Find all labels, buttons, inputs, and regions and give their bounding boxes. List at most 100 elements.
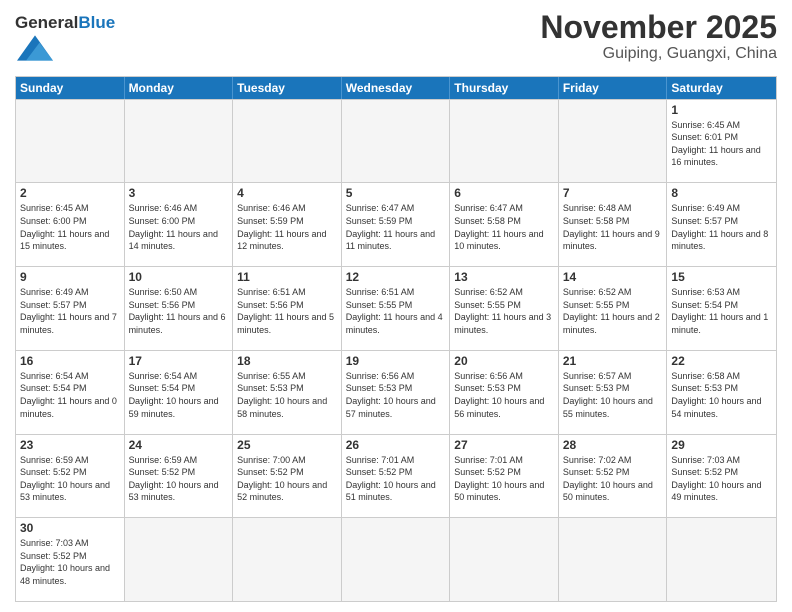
day-number: 28	[563, 438, 663, 452]
calendar-day-22: 22 Sunrise: 6:58 AM Sunset: 5:53 PM Dayli…	[667, 351, 776, 434]
day-number: 5	[346, 186, 446, 200]
day-number: 11	[237, 270, 337, 284]
day-info: Sunrise: 6:58 AM Sunset: 5:53 PM Dayligh…	[671, 370, 772, 420]
calendar-day-13: 13 Sunrise: 6:52 AM Sunset: 5:55 PM Dayli…	[450, 267, 559, 350]
weekday-header-thursday: Thursday	[450, 77, 559, 99]
day-number: 12	[346, 270, 446, 284]
calendar-day-16: 16 Sunrise: 6:54 AM Sunset: 5:54 PM Dayli…	[16, 351, 125, 434]
calendar-day-1: 1Sunrise: 6:45 AM Sunset: 6:01 PM Daylig…	[667, 100, 776, 183]
calendar-day-14: 14Sunrise: 6:52 AM Sunset: 5:55 PM Dayli…	[559, 267, 668, 350]
calendar-empty-cell	[233, 518, 342, 601]
day-info: Sunrise: 6:54 AM Sunset: 5:54 PM Dayligh…	[129, 370, 229, 420]
day-number: 2	[20, 186, 120, 200]
day-number: 8	[671, 186, 772, 200]
calendar-empty-cell	[125, 518, 234, 601]
day-number: 17	[129, 354, 229, 368]
calendar-empty-cell	[450, 100, 559, 183]
calendar-empty-cell	[342, 518, 451, 601]
day-number: 21	[563, 354, 663, 368]
calendar-day-5: 5 Sunrise: 6:47 AM Sunset: 5:59 PM Daylig…	[342, 183, 451, 266]
day-number: 6	[454, 186, 554, 200]
calendar-body: 1Sunrise: 6:45 AM Sunset: 6:01 PM Daylig…	[16, 99, 776, 601]
page: GeneralBlue November 2025 Guiping, Guang…	[0, 0, 792, 612]
calendar-empty-cell	[16, 100, 125, 183]
calendar-day-28: 28Sunrise: 7:02 AM Sunset: 5:52 PM Dayli…	[559, 435, 668, 518]
day-info: Sunrise: 6:54 AM Sunset: 5:54 PM Dayligh…	[20, 370, 120, 420]
day-number: 22	[671, 354, 772, 368]
day-info: Sunrise: 6:46 AM Sunset: 5:59 PM Dayligh…	[237, 202, 337, 252]
location: Guiping, Guangxi, China	[540, 45, 777, 63]
logo-icon	[17, 33, 53, 63]
calendar-header: SundayMondayTuesdayWednesdayThursdayFrid…	[16, 77, 776, 99]
logo-general: General	[15, 13, 78, 32]
day-number: 9	[20, 270, 120, 284]
day-info: Sunrise: 6:50 AM Sunset: 5:56 PM Dayligh…	[129, 286, 229, 336]
calendar-week-4: 16 Sunrise: 6:54 AM Sunset: 5:54 PM Dayli…	[16, 350, 776, 434]
calendar-day-7: 7Sunrise: 6:48 AM Sunset: 5:58 PM Daylig…	[559, 183, 668, 266]
day-info: Sunrise: 6:57 AM Sunset: 5:53 PM Dayligh…	[563, 370, 663, 420]
calendar-day-18: 18Sunrise: 6:55 AM Sunset: 5:53 PM Dayli…	[233, 351, 342, 434]
day-info: Sunrise: 6:56 AM Sunset: 5:53 PM Dayligh…	[346, 370, 446, 420]
day-info: Sunrise: 7:01 AM Sunset: 5:52 PM Dayligh…	[346, 454, 446, 504]
day-number: 20	[454, 354, 554, 368]
weekday-header-wednesday: Wednesday	[342, 77, 451, 99]
day-info: Sunrise: 6:53 AM Sunset: 5:54 PM Dayligh…	[671, 286, 772, 336]
calendar-empty-cell	[559, 100, 668, 183]
day-info: Sunrise: 6:51 AM Sunset: 5:55 PM Dayligh…	[346, 286, 446, 336]
weekday-header-friday: Friday	[559, 77, 668, 99]
day-info: Sunrise: 7:00 AM Sunset: 5:52 PM Dayligh…	[237, 454, 337, 504]
day-number: 18	[237, 354, 337, 368]
day-number: 19	[346, 354, 446, 368]
day-number: 3	[129, 186, 229, 200]
day-info: Sunrise: 6:47 AM Sunset: 5:59 PM Dayligh…	[346, 202, 446, 252]
calendar-empty-cell	[342, 100, 451, 183]
weekday-header-tuesday: Tuesday	[233, 77, 342, 99]
title-block: November 2025 Guiping, Guangxi, China	[540, 10, 777, 63]
day-info: Sunrise: 6:46 AM Sunset: 6:00 PM Dayligh…	[129, 202, 229, 252]
day-info: Sunrise: 7:03 AM Sunset: 5:52 PM Dayligh…	[20, 537, 120, 587]
calendar: SundayMondayTuesdayWednesdayThursdayFrid…	[15, 76, 777, 602]
weekday-header-sunday: Sunday	[16, 77, 125, 99]
calendar-day-4: 4 Sunrise: 6:46 AM Sunset: 5:59 PM Daylig…	[233, 183, 342, 266]
month-title: November 2025	[540, 10, 777, 45]
day-number: 1	[671, 103, 772, 117]
calendar-week-6: 30Sunrise: 7:03 AM Sunset: 5:52 PM Dayli…	[16, 517, 776, 601]
day-info: Sunrise: 6:52 AM Sunset: 5:55 PM Dayligh…	[563, 286, 663, 336]
day-info: Sunrise: 6:48 AM Sunset: 5:58 PM Dayligh…	[563, 202, 663, 252]
day-number: 29	[671, 438, 772, 452]
day-number: 24	[129, 438, 229, 452]
day-info: Sunrise: 6:51 AM Sunset: 5:56 PM Dayligh…	[237, 286, 337, 336]
calendar-week-1: 1Sunrise: 6:45 AM Sunset: 6:01 PM Daylig…	[16, 99, 776, 183]
day-info: Sunrise: 6:49 AM Sunset: 5:57 PM Dayligh…	[671, 202, 772, 252]
day-info: Sunrise: 6:45 AM Sunset: 6:00 PM Dayligh…	[20, 202, 120, 252]
calendar-empty-cell	[559, 518, 668, 601]
day-info: Sunrise: 6:52 AM Sunset: 5:55 PM Dayligh…	[454, 286, 554, 336]
calendar-day-26: 26Sunrise: 7:01 AM Sunset: 5:52 PM Dayli…	[342, 435, 451, 518]
day-number: 4	[237, 186, 337, 200]
day-info: Sunrise: 7:01 AM Sunset: 5:52 PM Dayligh…	[454, 454, 554, 504]
calendar-day-29: 29 Sunrise: 7:03 AM Sunset: 5:52 PM Dayli…	[667, 435, 776, 518]
day-info: Sunrise: 7:03 AM Sunset: 5:52 PM Dayligh…	[671, 454, 772, 504]
calendar-day-23: 23Sunrise: 6:59 AM Sunset: 5:52 PM Dayli…	[16, 435, 125, 518]
calendar-day-9: 9Sunrise: 6:49 AM Sunset: 5:57 PM Daylig…	[16, 267, 125, 350]
weekday-header-monday: Monday	[125, 77, 234, 99]
calendar-empty-cell	[450, 518, 559, 601]
calendar-empty-cell	[667, 518, 776, 601]
calendar-day-27: 27 Sunrise: 7:01 AM Sunset: 5:52 PM Dayli…	[450, 435, 559, 518]
calendar-day-12: 12 Sunrise: 6:51 AM Sunset: 5:55 PM Dayli…	[342, 267, 451, 350]
calendar-day-11: 11 Sunrise: 6:51 AM Sunset: 5:56 PM Dayli…	[233, 267, 342, 350]
calendar-week-5: 23Sunrise: 6:59 AM Sunset: 5:52 PM Dayli…	[16, 434, 776, 518]
calendar-day-25: 25Sunrise: 7:00 AM Sunset: 5:52 PM Dayli…	[233, 435, 342, 518]
day-number: 16	[20, 354, 120, 368]
header: GeneralBlue November 2025 Guiping, Guang…	[15, 10, 777, 68]
day-number: 13	[454, 270, 554, 284]
calendar-day-17: 17 Sunrise: 6:54 AM Sunset: 5:54 PM Dayli…	[125, 351, 234, 434]
calendar-empty-cell	[125, 100, 234, 183]
day-number: 27	[454, 438, 554, 452]
day-info: Sunrise: 6:59 AM Sunset: 5:52 PM Dayligh…	[20, 454, 120, 504]
calendar-week-3: 9Sunrise: 6:49 AM Sunset: 5:57 PM Daylig…	[16, 266, 776, 350]
calendar-day-19: 19 Sunrise: 6:56 AM Sunset: 5:53 PM Dayli…	[342, 351, 451, 434]
weekday-header-saturday: Saturday	[667, 77, 776, 99]
calendar-day-6: 6Sunrise: 6:47 AM Sunset: 5:58 PM Daylig…	[450, 183, 559, 266]
calendar-empty-cell	[233, 100, 342, 183]
